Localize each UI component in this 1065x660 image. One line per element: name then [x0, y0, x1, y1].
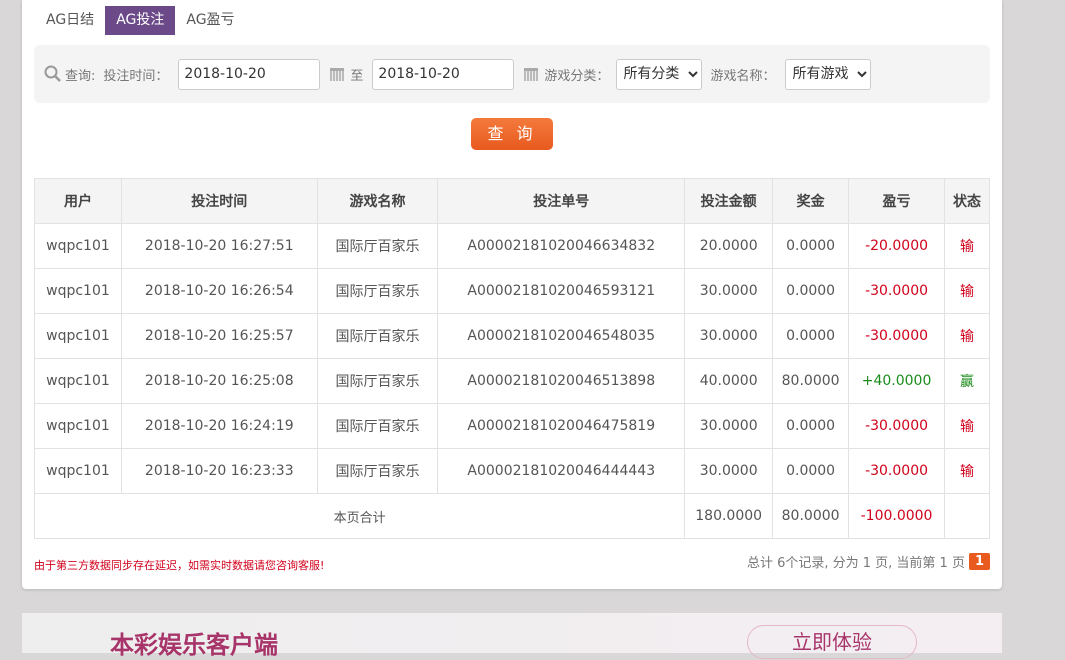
profit-cell: -30.0000	[848, 268, 946, 314]
delay-notice: 由于第三方数据同步存在延迟，如需实时数据请您咨询客服!	[34, 559, 325, 572]
game-select[interactable]: 所有游戏	[785, 58, 872, 90]
game-label: 游戏名称：	[710, 68, 776, 84]
query-label: 查询:	[65, 68, 96, 84]
total-bonus: 80.0000	[772, 493, 850, 539]
user-cell: wqpc101	[34, 358, 122, 404]
column-header: 奖金	[772, 178, 850, 224]
bet-amount-cell: 30.0000	[684, 448, 774, 494]
start-date-input[interactable]	[178, 58, 321, 90]
column-header: 投注时间	[120, 178, 318, 224]
status-cell: 输	[944, 268, 990, 314]
status-cell: 输	[944, 313, 990, 359]
table-row: wqpc101 2018-10-20 16:25:57 国际厅百家乐 A0000218…	[34, 313, 990, 359]
banner-title: 本彩娱乐客户端	[110, 631, 278, 659]
total-profit: -100.0000	[848, 493, 946, 539]
bet-amount-cell: 30.0000	[684, 313, 774, 359]
game-name-cell: 国际厅百家乐	[316, 358, 439, 404]
try-now-button[interactable]: 立即体验	[747, 625, 917, 659]
bonus-cell: 0.0000	[772, 313, 850, 359]
bet-time-cell: 2018-10-20 16:25:57	[120, 313, 318, 359]
pagination: 总计 6个记录, 分为 1 页, 当前第 1 页 1	[747, 552, 990, 571]
bet-time-cell: 2018-10-20 16:27:51	[120, 223, 318, 269]
column-header: 投注单号	[437, 178, 686, 224]
user-cell: wqpc101	[34, 403, 122, 449]
total-row: 本页合计 180.0000 80.0000 -100.0000	[33, 493, 990, 539]
main-panel: AG日结 AG投注 AG盈亏 查询: 投注时间： 至 游戏分类： 所有分类 游戏…	[22, 0, 1002, 589]
column-header: 投注金额	[684, 178, 774, 224]
bet-id-cell: A00002181020046444443	[437, 448, 686, 494]
total-amount: 180.0000	[684, 493, 774, 539]
bonus-cell: 80.0000	[772, 358, 850, 404]
client-banner: 本彩娱乐客户端 立即体验	[22, 613, 1002, 659]
bet-id-cell: A00002181020046513898	[437, 358, 686, 404]
bet-time-cell: 2018-10-20 16:25:08	[120, 358, 318, 404]
bonus-cell: 0.0000	[772, 403, 850, 449]
game-name-cell: 国际厅百家乐	[316, 268, 439, 314]
column-header: 用户	[34, 178, 122, 224]
column-header: 游戏名称	[316, 178, 439, 224]
time-label: 投注时间：	[103, 68, 169, 84]
filter-bar: 查询: 投注时间： 至 游戏分类： 所有分类 游戏名称： 所有游戏	[34, 45, 990, 103]
bonus-cell: 0.0000	[772, 268, 850, 314]
profit-cell: -30.0000	[848, 313, 946, 359]
profit-cell: -30.0000	[848, 448, 946, 494]
user-cell: wqpc101	[34, 448, 122, 494]
bet-id-cell: A00002181020046634832	[437, 223, 686, 269]
category-label: 游戏分类：	[544, 68, 610, 84]
tab-ag-daily[interactable]: AG日结	[35, 6, 105, 35]
user-cell: wqpc101	[34, 313, 122, 359]
search-icon	[44, 65, 61, 82]
profit-cell: +40.0000	[848, 358, 946, 404]
pager-summary: 总计 6个记录, 分为 1 页, 当前第 1 页	[746, 556, 965, 571]
bets-table: 用户 投注时间 游戏名称 投注单号 投注金额 奖金 盈亏 状态 wqpc101 2018-10-…	[33, 178, 990, 539]
bet-id-cell: A00002181020046548035	[437, 313, 686, 359]
status-cell: 输	[944, 448, 990, 494]
bet-id-cell: A00002181020046593121	[437, 268, 686, 314]
table-row: wqpc101 2018-10-20 16:23:33 国际厅百家乐 A0000218…	[34, 448, 990, 494]
tab-ag-bets[interactable]: AG投注	[105, 6, 176, 35]
bonus-cell: 0.0000	[772, 448, 850, 494]
tab-bar: AG日结 AG投注 AG盈亏	[35, 6, 246, 35]
table-row: wqpc101 2018-10-20 16:24:19 国际厅百家乐 A0000218…	[34, 403, 990, 449]
table-row: wqpc101 2018-10-20 16:25:08 国际厅百家乐 A0000218…	[34, 358, 990, 404]
bet-amount-cell: 40.0000	[684, 358, 774, 404]
bet-amount-cell: 30.0000	[684, 403, 774, 449]
bet-amount-cell: 30.0000	[684, 268, 774, 314]
calendar-icon[interactable]	[524, 67, 539, 81]
bet-amount-cell: 20.0000	[684, 223, 774, 269]
tab-ag-profit[interactable]: AG盈亏	[175, 6, 245, 35]
bet-time-cell: 2018-10-20 16:23:33	[120, 448, 318, 494]
user-cell: wqpc101	[34, 223, 122, 269]
column-header: 状态	[944, 178, 990, 224]
bet-time-cell: 2018-10-20 16:26:54	[120, 268, 318, 314]
bet-id-cell: A00002181020046475819	[437, 403, 686, 449]
to-label: 至	[350, 68, 364, 84]
user-cell: wqpc101	[34, 268, 122, 314]
status-cell: 输	[944, 223, 990, 269]
bonus-cell: 0.0000	[772, 223, 850, 269]
page-1-button[interactable]: 1	[968, 553, 990, 570]
total-status	[944, 493, 990, 539]
total-label: 本页合计	[33, 493, 686, 539]
game-name-cell: 国际厅百家乐	[316, 448, 439, 494]
calendar-icon[interactable]	[330, 67, 345, 81]
bet-time-cell: 2018-10-20 16:24:19	[120, 403, 318, 449]
status-cell: 输	[944, 403, 990, 449]
search-button[interactable]: 查 询	[471, 118, 553, 150]
status-cell: 赢	[944, 358, 990, 404]
column-header: 盈亏	[848, 178, 946, 224]
game-name-cell: 国际厅百家乐	[316, 223, 439, 269]
table-row: wqpc101 2018-10-20 16:26:54 国际厅百家乐 A0000218…	[34, 268, 990, 314]
game-name-cell: 国际厅百家乐	[316, 313, 439, 359]
category-select[interactable]: 所有分类	[616, 58, 703, 90]
table-row: wqpc101 2018-10-20 16:27:51 国际厅百家乐 A0000218…	[34, 223, 990, 269]
profit-cell: -30.0000	[848, 403, 946, 449]
profit-cell: -20.0000	[848, 223, 946, 269]
game-name-cell: 国际厅百家乐	[316, 403, 439, 449]
end-date-input[interactable]	[372, 58, 515, 90]
